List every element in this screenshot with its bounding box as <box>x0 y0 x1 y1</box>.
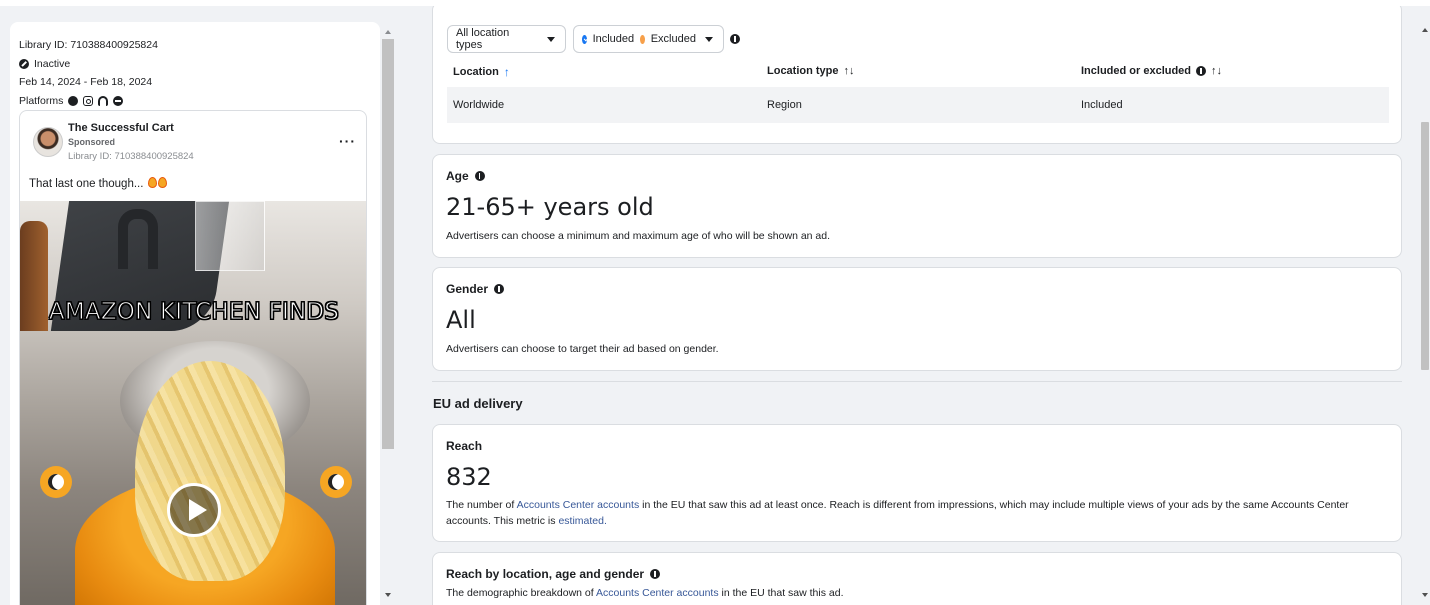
video-frame-pasta <box>135 361 285 581</box>
location-types-dropdown[interactable]: All location types <box>447 25 566 53</box>
column-header-included-excluded[interactable]: Included or excluded ↑↓ <box>1081 65 1222 77</box>
platforms-row: Platforms <box>19 92 371 111</box>
sponsored-label: Sponsored <box>68 137 116 147</box>
reach-breakdown-label: Reach by location, age and gender <box>446 567 661 581</box>
cell-location: Worldwide <box>453 99 505 111</box>
ad-details-main: All location types Included Excluded Loc… <box>416 6 1420 605</box>
reach-breakdown-description: The demographic breakdown of Accounts Ce… <box>446 587 844 599</box>
reach-card: Reach 832 The number of Accounts Center … <box>432 424 1402 542</box>
ad-meta: Library ID: 710388400925824 Inactive Feb… <box>10 22 380 110</box>
chevron-down-icon <box>547 36 555 42</box>
eu-ad-delivery-heading: EU ad delivery <box>433 396 523 411</box>
more-options-button[interactable]: ··· <box>339 133 356 149</box>
gender-description: Advertisers can choose to target their a… <box>446 343 719 355</box>
video-frame-handle-left <box>40 466 72 498</box>
messenger-icon <box>113 95 124 106</box>
facebook-icon <box>68 95 79 106</box>
excluded-icon <box>640 34 645 44</box>
library-id: Library ID: 710388400925824 <box>19 39 158 52</box>
scroll-up-arrow-icon[interactable] <box>385 30 391 34</box>
sort-icon: ↑↓ <box>843 65 855 77</box>
age-card: Age 21-65+ years old Advertisers can cho… <box>432 154 1402 258</box>
reach-label: Reach <box>446 439 483 453</box>
ad-creative-card: The Successful Cart Sponsored Library ID… <box>19 110 367 605</box>
fire-emoji-icon <box>147 177 157 188</box>
left-scrollbar[interactable] <box>380 22 396 605</box>
status-row: Inactive <box>19 55 371 74</box>
included-check-icon <box>582 34 587 44</box>
included-excluded-dropdown[interactable]: Included Excluded <box>573 25 724 53</box>
video-frame-glass <box>195 201 265 271</box>
scroll-down-arrow-icon[interactable] <box>385 593 391 597</box>
ad-body-text: That last one though... <box>29 177 167 190</box>
info-icon[interactable] <box>494 284 505 294</box>
avatar[interactable] <box>33 127 63 157</box>
age-description: Advertisers can choose a minimum and max… <box>446 230 831 242</box>
reach-value: 832 <box>446 463 492 491</box>
date-range: Feb 14, 2024 - Feb 18, 2024 <box>19 76 153 89</box>
video-overlay-text: AMAZON KITCHEN FINDS <box>48 299 340 326</box>
table-row: Worldwide Region Included <box>447 87 1389 123</box>
gender-value: All <box>446 306 476 334</box>
sort-ascending-icon: ↑ <box>503 65 510 79</box>
card-library-id: Library ID: 710388400925824 <box>68 151 194 162</box>
ad-preview-panel: Library ID: 710388400925824 Inactive Feb… <box>10 22 380 605</box>
age-label: Age <box>446 169 485 183</box>
info-icon[interactable] <box>1196 66 1207 76</box>
gender-label: Gender <box>446 282 505 296</box>
cell-included-status: Included <box>1081 99 1123 111</box>
section-divider <box>432 381 1402 382</box>
advertiser-name[interactable]: The Successful Cart <box>68 122 174 134</box>
age-value: 21-65+ years old <box>446 193 654 221</box>
video-frame-handle-right <box>320 466 352 498</box>
info-icon[interactable] <box>650 569 661 579</box>
scrollbar-thumb[interactable] <box>382 39 394 449</box>
info-icon[interactable] <box>730 34 740 44</box>
accounts-center-link[interactable]: Accounts Center accounts <box>517 499 640 511</box>
status-text: Inactive <box>34 57 71 70</box>
scrollbar-thumb[interactable] <box>1421 122 1429 370</box>
ad-header: The Successful Cart Sponsored Library ID… <box>20 111 366 169</box>
main-scrollbar[interactable] <box>1420 22 1430 605</box>
location-card: All location types Included Excluded Loc… <box>432 6 1402 144</box>
play-button[interactable] <box>167 483 221 537</box>
cell-location-type: Region <box>767 99 802 111</box>
scroll-up-arrow-icon[interactable] <box>1422 28 1428 32</box>
info-icon[interactable] <box>474 171 485 181</box>
sort-icon: ↑↓ <box>1211 65 1223 77</box>
accounts-center-link[interactable]: Accounts Center accounts <box>596 587 719 599</box>
gender-card: Gender All Advertisers can choose to tar… <box>432 267 1402 371</box>
column-header-location[interactable]: Location ↑ <box>453 65 510 79</box>
reach-breakdown-card: Reach by location, age and gender The de… <box>432 552 1402 605</box>
inactive-icon <box>19 58 29 69</box>
column-header-location-type[interactable]: Location type ↑↓ <box>767 65 855 77</box>
audience-network-icon <box>98 95 109 106</box>
reach-description: The number of Accounts Center accounts i… <box>446 499 1349 527</box>
ad-video[interactable]: AMAZON KITCHEN FINDS <box>20 201 366 605</box>
platforms-label: Platforms <box>19 94 64 107</box>
scroll-down-arrow-icon[interactable] <box>1422 593 1428 597</box>
video-frame-faucet <box>118 209 158 269</box>
fire-emoji-icon <box>157 177 167 188</box>
estimated-link[interactable]: estimated. <box>558 515 606 527</box>
instagram-icon <box>83 95 94 106</box>
chevron-down-icon <box>704 36 713 42</box>
